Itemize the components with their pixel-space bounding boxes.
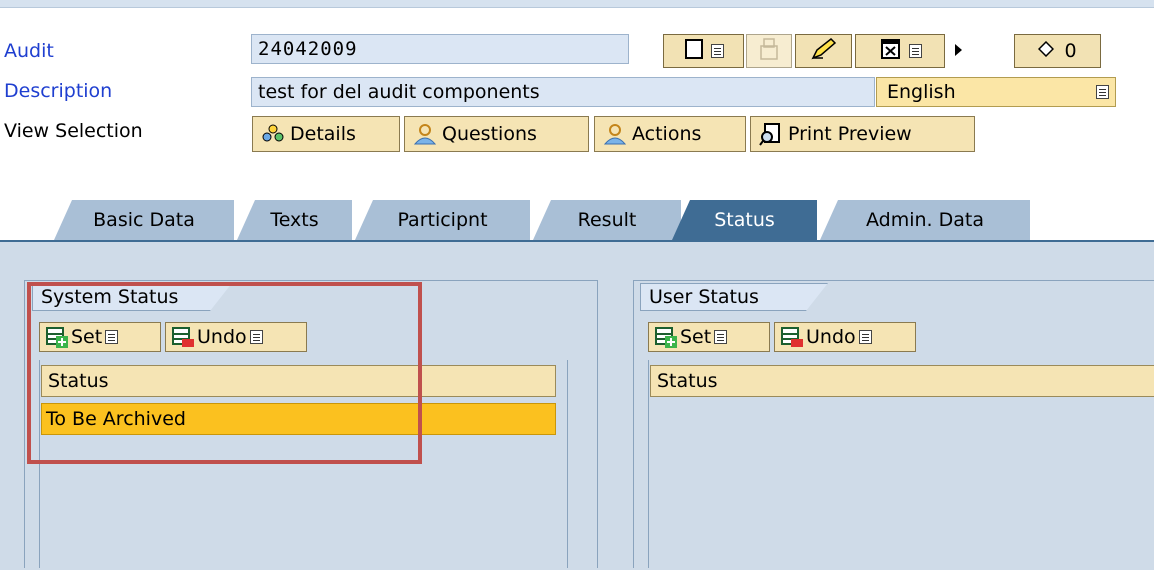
edit-button[interactable] (795, 34, 852, 68)
dropdown-icon[interactable] (858, 330, 872, 344)
description-field[interactable]: test for del audit components (251, 77, 875, 107)
tab-label: Result (577, 209, 637, 231)
tab-texts[interactable]: Texts (237, 200, 352, 240)
actions-button[interactable]: Actions (594, 116, 746, 152)
set-label: Set (680, 326, 712, 348)
tab-label: Admin. Data (866, 209, 984, 231)
tab-basic-data[interactable]: Basic Data (54, 200, 234, 240)
highlight-box (27, 282, 422, 464)
counter-value: 0 (1064, 40, 1077, 62)
diamond-icon (1038, 40, 1055, 62)
dropdown-icon[interactable] (1096, 85, 1109, 99)
print-preview-icon (759, 122, 783, 146)
top-border (0, 0, 1154, 8)
print-preview-label: Print Preview (788, 123, 912, 145)
people-icon (413, 122, 437, 146)
questions-button[interactable]: Questions (404, 116, 589, 152)
description-label: Description (4, 80, 113, 102)
delete-button[interactable] (855, 34, 945, 68)
questions-label: Questions (442, 123, 537, 145)
more-arrow-icon[interactable] (955, 44, 962, 56)
copy-button[interactable] (746, 34, 792, 68)
user-status-column-header[interactable]: Status (650, 365, 1154, 397)
people-icon (603, 122, 627, 146)
view-selection-label: View Selection (4, 120, 143, 142)
details-icon (261, 122, 285, 146)
tab-admin-data[interactable]: Admin. Data (820, 200, 1030, 240)
tab-status[interactable]: Status (672, 200, 817, 240)
create-document-button[interactable] (663, 34, 744, 68)
details-label: Details (290, 123, 356, 145)
delete-document-icon (879, 37, 903, 66)
print-preview-button[interactable]: Print Preview (750, 116, 975, 152)
tab-label: Texts (270, 209, 319, 231)
language-dropdown[interactable]: English (876, 77, 1116, 107)
tab-participnt[interactable]: Participnt (355, 200, 530, 240)
user-status-title: User Status (640, 283, 828, 311)
tab-label: Participnt (397, 209, 488, 231)
object-counter[interactable]: 0 (1014, 34, 1101, 68)
user-set-button[interactable]: Set (648, 322, 770, 352)
details-button[interactable]: Details (252, 116, 400, 152)
dropdown-icon[interactable] (714, 330, 728, 344)
tab-label: Basic Data (93, 209, 195, 231)
dropdown-icon[interactable] (711, 44, 724, 58)
audit-label: Audit (4, 40, 54, 62)
actions-label: Actions (632, 123, 702, 145)
undo-status-icon (781, 326, 803, 348)
dropdown-icon[interactable] (908, 44, 922, 58)
pencil-icon (809, 36, 839, 67)
tab-label: Status (714, 209, 775, 231)
language-value: English (887, 81, 956, 103)
undo-label: Undo (806, 326, 856, 348)
tab-result[interactable]: Result (533, 200, 681, 240)
document-icon (683, 38, 705, 65)
audit-number-field[interactable]: 24042009 (251, 34, 629, 64)
copy-icon (758, 37, 780, 66)
set-status-icon (655, 326, 677, 348)
user-undo-button[interactable]: Undo (774, 322, 916, 352)
